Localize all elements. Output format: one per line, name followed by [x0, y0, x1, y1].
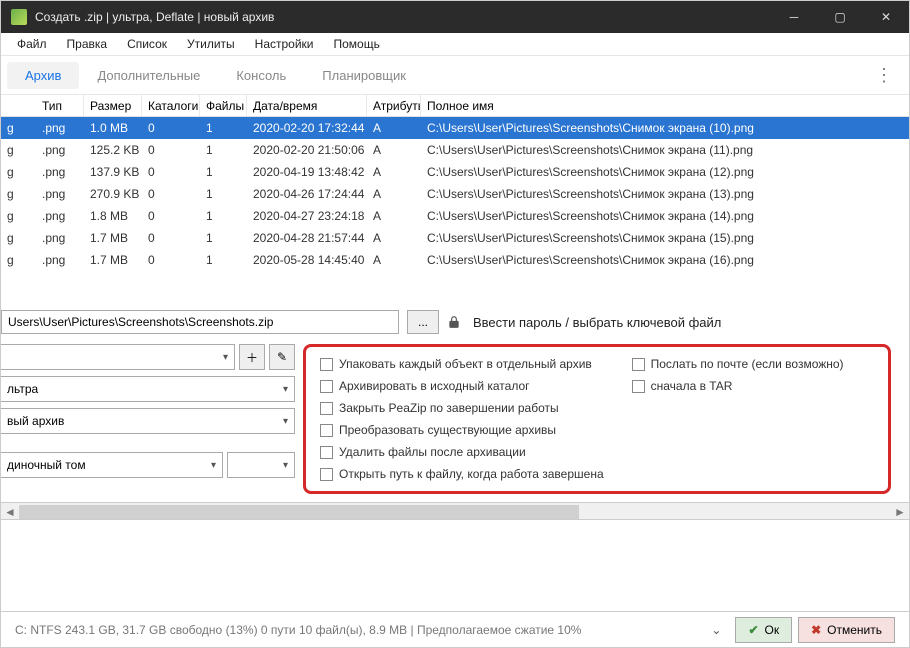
col-date[interactable]: Дата/время: [247, 95, 367, 116]
cancel-button[interactable]: ✖Отменить: [798, 617, 895, 643]
col-type[interactable]: Тип: [36, 95, 84, 116]
options-panel: Упаковать каждый объект в отдельный архи…: [303, 344, 891, 494]
table-row[interactable]: g.png1.7 MB012020-04-28 21:57:44AC:\User…: [1, 227, 909, 249]
browse-button[interactable]: ...: [407, 310, 439, 334]
check-convert[interactable]: Преобразовать существующие архивы: [320, 423, 604, 437]
notes-button[interactable]: ✎: [269, 344, 295, 370]
table-row[interactable]: g.png137.9 KB012020-04-19 13:48:42AC:\Us…: [1, 161, 909, 183]
menu-settings[interactable]: Настройки: [245, 34, 324, 54]
tab-archive[interactable]: Архив: [7, 62, 79, 89]
table-row[interactable]: g.png1.8 MB012020-04-27 23:24:18AC:\User…: [1, 205, 909, 227]
horizontal-scrollbar[interactable]: ◄ ►: [1, 502, 909, 520]
col-attr[interactable]: Атрибуты: [367, 95, 421, 116]
add-button[interactable]: ＋: [239, 344, 265, 370]
check-send-mail[interactable]: Послать по почте (если возможно): [632, 357, 844, 371]
menu-utils[interactable]: Утилиты: [177, 34, 245, 54]
window-title: Создать .zip | ультра, Deflate | новый а…: [35, 10, 771, 24]
menu-file[interactable]: Файл: [7, 34, 57, 54]
grid-header: Тип Размер Каталоги Файлы Дата/время Атр…: [1, 95, 909, 117]
password-link[interactable]: Ввести пароль / выбрать ключевой файл: [473, 315, 721, 330]
expand-icon[interactable]: ⌄: [703, 623, 729, 637]
maximize-button[interactable]: ▢: [817, 1, 863, 33]
menu-list[interactable]: Список: [117, 34, 177, 54]
tab-scheduler[interactable]: Планировщик: [304, 62, 424, 89]
scroll-left-icon[interactable]: ◄: [1, 503, 19, 521]
tab-extra[interactable]: Дополнительные: [79, 62, 218, 89]
output-path-input[interactable]: [1, 310, 399, 334]
archive-mode-combo[interactable]: вый архив: [1, 408, 295, 434]
scroll-thumb[interactable]: [19, 505, 579, 519]
level-combo[interactable]: льтра: [1, 376, 295, 402]
ok-button[interactable]: ✔Ок: [735, 617, 792, 643]
check-open-after[interactable]: Открыть путь к файлу, когда работа завер…: [320, 467, 604, 481]
menu-edit[interactable]: Правка: [57, 34, 118, 54]
table-row[interactable]: g.png1.0 MB012020-02-20 17:32:44AC:\User…: [1, 117, 909, 139]
close-button[interactable]: ✕: [863, 1, 909, 33]
table-row[interactable]: g.png1.7 MB012020-05-28 14:45:40AC:\User…: [1, 249, 909, 271]
check-tar-first[interactable]: сначала в TAR: [632, 379, 844, 393]
table-row[interactable]: g.png125.2 KB012020-02-20 21:50:06AC:\Us…: [1, 139, 909, 161]
format-combo[interactable]: [1, 344, 235, 370]
lock-icon: [447, 315, 461, 329]
x-icon: ✖: [811, 623, 821, 637]
menu-help[interactable]: Помощь: [324, 34, 390, 54]
volume-size-combo[interactable]: [227, 452, 295, 478]
col-size[interactable]: Размер: [84, 95, 142, 116]
status-text: C: NTFS 243.1 GB, 31.7 GB свободно (13%)…: [15, 623, 581, 637]
col-dirs[interactable]: Каталоги: [142, 95, 200, 116]
check-pack-each[interactable]: Упаковать каждый объект в отдельный архи…: [320, 357, 604, 371]
check-close-after[interactable]: Закрыть PeaZip по завершении работы: [320, 401, 604, 415]
table-row[interactable]: g.png270.9 KB012020-04-26 17:24:44AC:\Us…: [1, 183, 909, 205]
volumes-combo[interactable]: диночный том: [1, 452, 223, 478]
col-files[interactable]: Файлы: [200, 95, 247, 116]
check-delete-after[interactable]: Удалить файлы после архивации: [320, 445, 604, 459]
file-grid: Тип Размер Каталоги Файлы Дата/время Атр…: [1, 95, 909, 300]
check-icon: ✔: [748, 623, 758, 637]
app-icon: [11, 9, 27, 25]
scroll-right-icon[interactable]: ►: [891, 503, 909, 521]
col-name[interactable]: Полное имя: [421, 95, 909, 116]
check-archive-src[interactable]: Архивировать в исходный каталог: [320, 379, 604, 393]
tab-more-icon[interactable]: ⋮: [865, 65, 903, 86]
tab-console[interactable]: Консоль: [218, 62, 304, 89]
minimize-button[interactable]: ─: [771, 1, 817, 33]
